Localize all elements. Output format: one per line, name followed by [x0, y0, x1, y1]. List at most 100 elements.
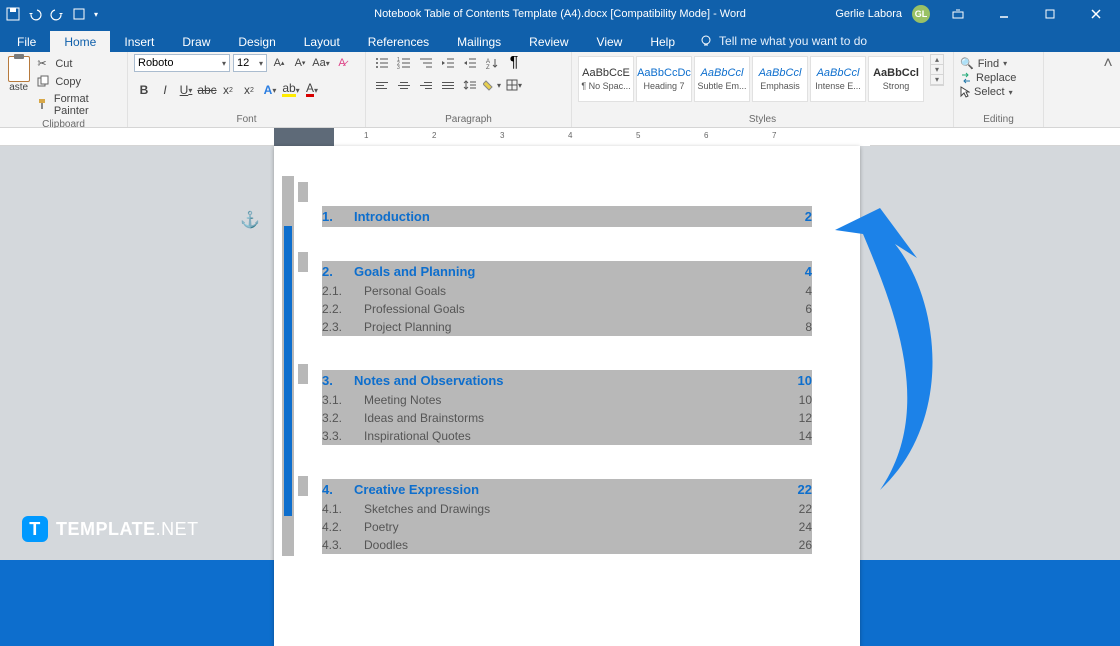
- document-area[interactable]: ⚓ 1. Introduction 2 2. Goals and Plannin…: [0, 146, 1120, 560]
- toc-sub-row[interactable]: 3.3.Inspirational Quotes14: [322, 427, 812, 445]
- toc-heading-row[interactable]: 4. Creative Expression 22: [322, 479, 812, 500]
- text-effects-button[interactable]: A▾: [260, 80, 280, 100]
- tab-home[interactable]: Home: [50, 31, 110, 52]
- underline-button[interactable]: U▾: [176, 80, 196, 100]
- toc-sub-row[interactable]: 4.3.Doodles26: [322, 536, 812, 554]
- numbering-button[interactable]: 123: [394, 54, 414, 72]
- selection-indicator: [298, 364, 308, 384]
- font-size-select[interactable]: 12▾: [233, 54, 267, 72]
- toc-heading-row[interactable]: 2. Goals and Planning 4: [322, 261, 812, 282]
- paste-button[interactable]: aste: [6, 54, 31, 93]
- more-styles-icon[interactable]: ▾: [931, 75, 943, 85]
- toc-sub-row[interactable]: 4.2.Poetry24: [322, 518, 812, 536]
- toc-heading-row[interactable]: 1. Introduction 2: [322, 206, 812, 227]
- lightbulb-icon: [699, 34, 713, 48]
- qat-more-icon[interactable]: ▾: [94, 10, 98, 19]
- toc-heading-row[interactable]: 3. Notes and Observations 10: [322, 370, 812, 391]
- toc-sub-row[interactable]: 2.1.Personal Goals4: [322, 282, 812, 300]
- grow-font-button[interactable]: A▴: [270, 54, 288, 72]
- maximize-icon[interactable]: [1032, 4, 1068, 24]
- group-styles: AaBbCcE¶ No Spac...AaBbCcDcHeading 7AaBb…: [572, 52, 954, 127]
- tab-draw[interactable]: Draw: [168, 31, 224, 52]
- tab-review[interactable]: Review: [515, 31, 582, 52]
- cut-button[interactable]: ✂Cut: [35, 56, 121, 72]
- align-center-button[interactable]: [394, 76, 414, 94]
- line-spacing-button[interactable]: [460, 76, 480, 94]
- change-case-button[interactable]: Aa▾: [312, 54, 330, 72]
- tab-layout[interactable]: Layout: [290, 31, 354, 52]
- align-left-button[interactable]: [372, 76, 392, 94]
- shrink-font-button[interactable]: A▾: [291, 54, 309, 72]
- tell-me-label: Tell me what you want to do: [719, 34, 867, 48]
- search-icon: 🔍: [960, 57, 974, 70]
- toc-sub-row[interactable]: 3.2.Ideas and Brainstorms12: [322, 409, 812, 427]
- minimize-icon[interactable]: [986, 4, 1022, 24]
- toc-sub-row[interactable]: 2.3.Project Planning8: [322, 318, 812, 336]
- style-cell[interactable]: AaBbCclIntense E...: [810, 56, 866, 102]
- italic-button[interactable]: I: [155, 80, 175, 100]
- document-page[interactable]: ⚓ 1. Introduction 2 2. Goals and Plannin…: [274, 146, 860, 646]
- toc-sub-row[interactable]: 4.1.Sketches and Drawings22: [322, 500, 812, 518]
- bold-button[interactable]: B: [134, 80, 154, 100]
- show-marks-button[interactable]: ¶: [504, 54, 524, 72]
- replace-icon: [960, 72, 972, 84]
- copy-button[interactable]: Copy: [35, 74, 121, 90]
- styles-gallery[interactable]: AaBbCcE¶ No Spac...AaBbCcDcHeading 7AaBb…: [578, 54, 924, 102]
- strikethrough-button[interactable]: abc: [197, 80, 217, 100]
- tell-me-search[interactable]: Tell me what you want to do: [689, 30, 877, 52]
- find-button[interactable]: 🔍Find▾: [960, 57, 1016, 70]
- select-button[interactable]: Select▾: [960, 86, 1016, 98]
- close-icon[interactable]: [1078, 4, 1114, 24]
- increase-indent-button[interactable]: [460, 54, 480, 72]
- multilevel-list-button[interactable]: [416, 54, 436, 72]
- toc-sub-row[interactable]: 2.2.Professional Goals6: [322, 300, 812, 318]
- tab-help[interactable]: Help: [636, 31, 689, 52]
- decrease-indent-button[interactable]: [438, 54, 458, 72]
- superscript-button[interactable]: x2: [239, 80, 259, 100]
- subscript-button[interactable]: x2: [218, 80, 238, 100]
- style-cell[interactable]: AaBbCclStrong: [868, 56, 924, 102]
- tab-insert[interactable]: Insert: [110, 31, 168, 52]
- ribbon-options-icon[interactable]: [940, 4, 976, 24]
- arrow-up-icon[interactable]: ▴: [931, 55, 943, 65]
- toc-title: Introduction: [354, 209, 805, 224]
- touch-mode-icon[interactable]: [72, 7, 86, 21]
- vertical-bar-shape[interactable]: [282, 176, 294, 556]
- style-cell[interactable]: AaBbCclEmphasis: [752, 56, 808, 102]
- group-editing: 🔍Find▾ Replace Select▾ Editing: [954, 52, 1044, 127]
- group-font: Roboto▾ 12▾ A▴ A▾ Aa▾ A̷ B I U▾ abc x2 x…: [128, 52, 366, 127]
- undo-icon[interactable]: [28, 7, 42, 21]
- align-right-button[interactable]: [416, 76, 436, 94]
- styles-scroll[interactable]: ▴▾▾: [930, 54, 944, 86]
- ruler-horizontal[interactable]: 1234567: [0, 128, 1120, 146]
- user-name[interactable]: Gerlie Labora: [835, 8, 902, 20]
- arrow-down-icon[interactable]: ▾: [931, 65, 943, 75]
- toc-sub-row[interactable]: 3.1.Meeting Notes10: [322, 391, 812, 409]
- save-icon[interactable]: [6, 7, 20, 21]
- toc-number: 1.: [322, 209, 354, 224]
- borders-button[interactable]: ▾: [504, 76, 524, 94]
- collapse-ribbon-button[interactable]: ˄: [1100, 56, 1116, 72]
- selection-indicator: [298, 182, 308, 202]
- redo-icon[interactable]: [50, 7, 64, 21]
- style-cell[interactable]: AaBbCclSubtle Em...: [694, 56, 750, 102]
- tab-design[interactable]: Design: [224, 31, 289, 52]
- user-avatar[interactable]: GL: [912, 5, 930, 23]
- sort-button[interactable]: AZ: [482, 54, 502, 72]
- table-of-contents[interactable]: 1. Introduction 2 2. Goals and Planning …: [322, 206, 812, 554]
- format-painter-button[interactable]: Format Painter: [35, 92, 121, 118]
- clear-formatting-button[interactable]: A̷: [333, 54, 351, 72]
- highlight-button[interactable]: ab▾: [281, 80, 301, 100]
- font-name-select[interactable]: Roboto▾: [134, 54, 230, 72]
- tab-view[interactable]: View: [583, 31, 637, 52]
- tab-mailings[interactable]: Mailings: [443, 31, 515, 52]
- bullets-button[interactable]: [372, 54, 392, 72]
- tab-references[interactable]: References: [354, 31, 443, 52]
- shading-button[interactable]: ▾: [482, 76, 502, 94]
- font-color-button[interactable]: A▾: [302, 80, 322, 100]
- tab-file[interactable]: File: [3, 31, 50, 52]
- style-cell[interactable]: AaBbCcE¶ No Spac...: [578, 56, 634, 102]
- replace-button[interactable]: Replace: [960, 72, 1016, 84]
- justify-button[interactable]: [438, 76, 458, 94]
- style-cell[interactable]: AaBbCcDcHeading 7: [636, 56, 692, 102]
